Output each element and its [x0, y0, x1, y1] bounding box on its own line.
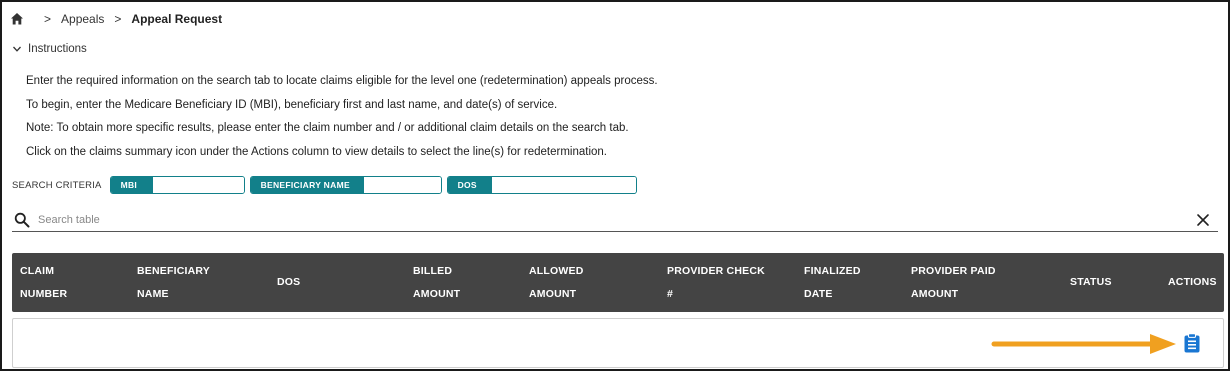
column-header-line: ALLOWED	[529, 265, 584, 277]
column-header-claim-number[interactable]: CLAIM NUMBER	[20, 260, 67, 306]
mbi-input[interactable]	[152, 177, 244, 193]
instructions-label: Instructions	[28, 43, 87, 55]
column-header-line: PROVIDER PAID	[911, 265, 996, 277]
breadcrumb-current: Appeal Request	[131, 12, 223, 26]
beneficiary-name-field: BENEFICIARY NAME	[249, 176, 442, 194]
instruction-line: Enter the required information on the se…	[26, 75, 658, 87]
dos-tag: DOS	[447, 177, 492, 193]
column-header-line: AMOUNT	[529, 288, 577, 300]
column-header-actions: ACTIONS	[1168, 276, 1217, 288]
column-header-status[interactable]: STATUS	[1070, 271, 1112, 294]
column-header-line: BENEFICIARY	[137, 265, 210, 277]
instruction-line: To begin, enter the Medicare Beneficiary…	[26, 98, 558, 111]
column-header-dos[interactable]: DOS	[277, 271, 300, 294]
instructions-text: Enter the required information on the se…	[26, 70, 658, 164]
dos-input[interactable]	[491, 177, 636, 193]
claims-table-header: CLAIM NUMBER BENEFICIARY NAME DOS BILLED…	[12, 253, 1224, 312]
column-header-provider-paid-amount[interactable]: PROVIDER PAID AMOUNT	[911, 260, 996, 306]
column-header-line: NAME	[137, 288, 169, 300]
instruction-line: Click on the claims summary icon under t…	[26, 145, 608, 158]
breadcrumb-appeals-link[interactable]: Appeals	[61, 12, 104, 26]
search-icon	[14, 212, 30, 228]
column-header-line: BILLED	[413, 265, 453, 277]
mbi-field: MBI	[109, 176, 245, 194]
search-criteria-label: SEARCH CRITERIA	[12, 179, 102, 191]
dos-field: DOS	[446, 176, 637, 194]
column-header-line: #	[667, 288, 674, 300]
instructions-toggle[interactable]: Instructions	[12, 42, 87, 56]
annotation-arrow-icon	[991, 334, 1176, 354]
search-criteria: SEARCH CRITERIA MBI BENEFICIARY NAME DOS	[12, 176, 642, 194]
beneficiary-name-tag: BENEFICIARY NAME	[250, 177, 364, 193]
column-header-line: CLAIM	[20, 265, 55, 277]
column-header-billed-amount[interactable]: BILLED AMOUNT	[413, 260, 460, 306]
column-header-finalized-date[interactable]: FINALIZED DATE	[804, 260, 861, 306]
column-header-provider-check[interactable]: PROVIDER CHECK #	[667, 260, 765, 306]
close-icon[interactable]	[1196, 213, 1210, 227]
instruction-line: Note: To obtain more specific results, p…	[26, 122, 629, 134]
column-header-line: FINALIZED	[804, 265, 861, 277]
search-table-bar	[12, 209, 1218, 232]
column-header-beneficiary-name[interactable]: BENEFICIARY NAME	[137, 260, 210, 306]
clipboard-list-icon[interactable]	[1183, 333, 1201, 353]
chevron-down-icon	[13, 46, 21, 52]
column-header-line: DATE	[804, 288, 833, 300]
breadcrumb-separator-icon: >	[44, 12, 52, 26]
column-header-line: PROVIDER CHECK	[667, 265, 765, 277]
mbi-tag: MBI	[110, 177, 153, 193]
column-header-allowed-amount[interactable]: ALLOWED AMOUNT	[529, 260, 583, 306]
beneficiary-name-input[interactable]	[363, 177, 441, 193]
column-header-line: AMOUNT	[911, 288, 959, 300]
home-icon[interactable]	[10, 12, 24, 26]
breadcrumb: > Appeals > Appeal Request	[10, 11, 222, 27]
appeal-request-page: > Appeals > Appeal Request Instructions …	[0, 0, 1230, 371]
breadcrumb-separator-icon: >	[114, 12, 122, 26]
column-header-line: NUMBER	[20, 288, 68, 300]
column-header-line: AMOUNT	[413, 288, 461, 300]
search-table-input[interactable]	[38, 214, 1196, 226]
